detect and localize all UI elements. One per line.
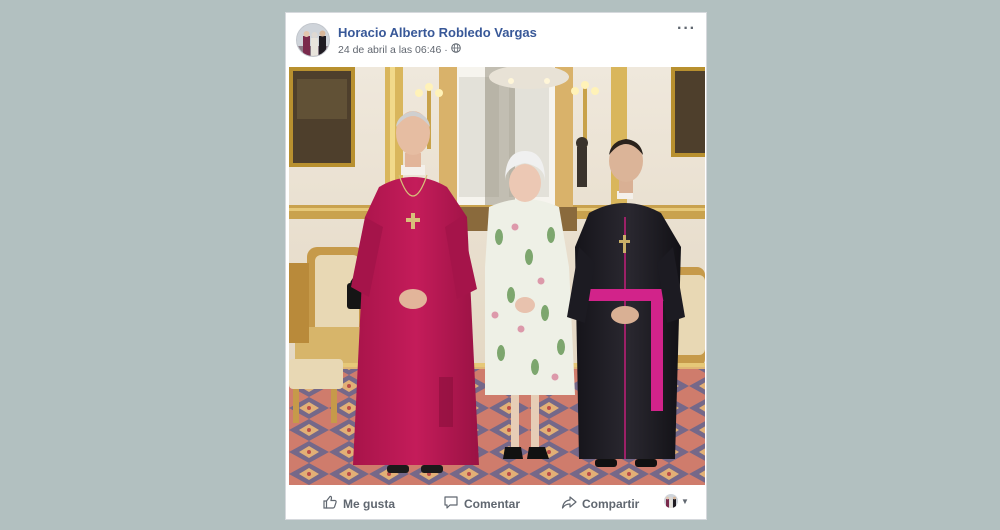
comment-bubble-icon [443,494,459,513]
post-card: Horacio Alberto Robledo Vargas 24 de abr… [285,12,707,520]
author-avatar[interactable] [296,23,330,57]
profile-avatar-icon [664,494,678,508]
post-photo[interactable] [289,67,705,485]
like-button[interactable]: Me gusta [322,494,395,513]
post-meta: 24 de abril a las 06:46 · [338,43,461,56]
post-actions-bar: Me gusta Comentar Compartir ▼ [286,489,706,517]
post-timestamp[interactable]: 24 de abril a las 06:46 · [338,44,448,56]
share-label: Compartir [582,496,640,511]
like-label: Me gusta [343,496,396,511]
react-as-selector[interactable]: ▼ [664,494,689,508]
globe-icon [450,43,461,56]
share-arrow-icon [561,494,577,513]
comment-button[interactable]: Comentar [443,494,520,513]
thumbs-up-icon [322,494,338,513]
post-author-name[interactable]: Horacio Alberto Robledo Vargas [338,25,537,40]
comment-label: Comentar [464,496,521,511]
more-options-icon[interactable]: ··· [677,21,696,37]
post-header: Horacio Alberto Robledo Vargas 24 de abr… [286,13,706,69]
chevron-down-icon: ▼ [681,496,689,506]
share-button[interactable]: Compartir [561,494,639,513]
